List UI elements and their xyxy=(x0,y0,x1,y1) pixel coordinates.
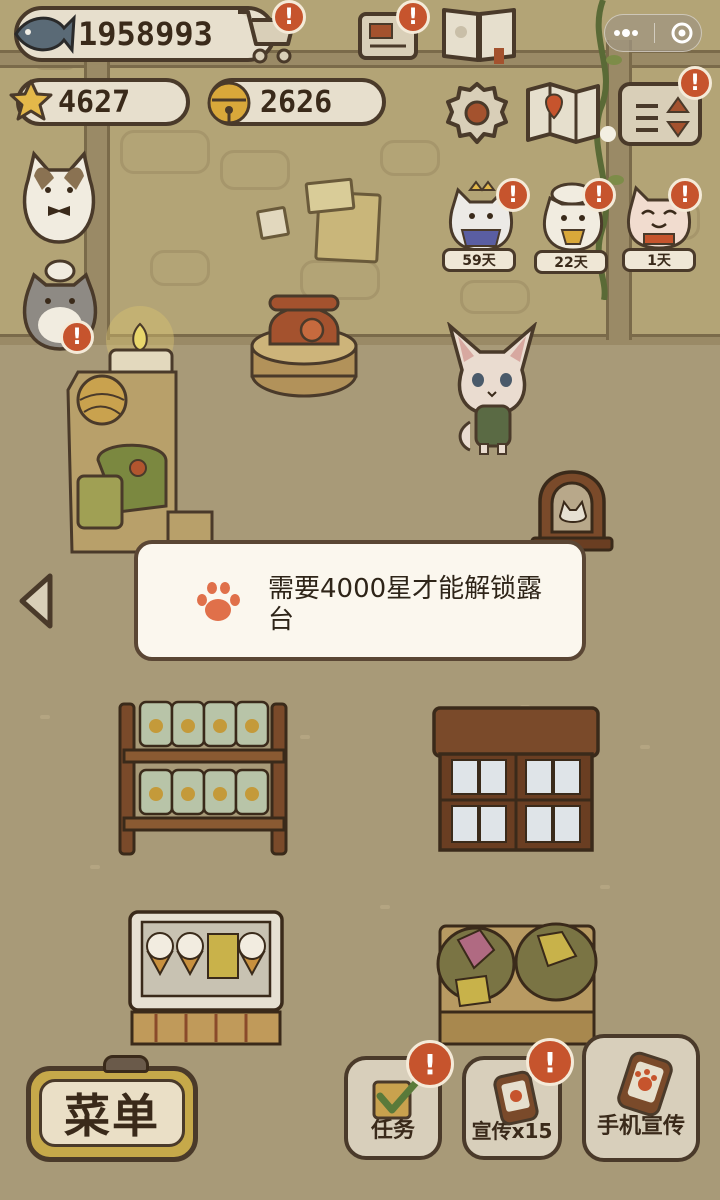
visiting-cat-fennec[interactable] xyxy=(440,322,544,456)
clipboard-clip-icon xyxy=(103,1055,149,1073)
paw-icon xyxy=(197,582,240,621)
bell-count: 2626 xyxy=(260,84,333,120)
tasks-alert-badge: ! xyxy=(406,1040,454,1088)
visitor-cat-king-days: 59天 xyxy=(442,248,516,272)
cabinet-milk-cartons[interactable] xyxy=(430,704,602,854)
telephone-stump[interactable] xyxy=(246,290,360,402)
locked-terrace-toast: 需要4000星才能解锁露台 xyxy=(134,540,586,661)
toast-message: 需要4000星才能解锁露台 xyxy=(268,574,543,635)
more-dots-icon[interactable] xyxy=(613,28,639,38)
star-icon xyxy=(9,79,53,121)
fruit-baskets[interactable] xyxy=(430,916,604,1050)
promote-alert-badge: ! xyxy=(526,1038,574,1086)
bell-icon xyxy=(207,81,251,125)
menu-button[interactable]: 菜单 xyxy=(26,1055,198,1162)
wall-note-small xyxy=(255,205,291,241)
star-count: 4627 xyxy=(58,84,131,120)
close-target-icon[interactable] xyxy=(670,21,694,45)
settings-gear-icon[interactable] xyxy=(444,80,510,146)
phone-promote-button[interactable]: 手机宣传 xyxy=(582,1034,700,1162)
fish-icon xyxy=(14,14,76,54)
visitor-cat-lucky-days: 1天 xyxy=(622,248,696,272)
fish-count: 1958993 xyxy=(78,15,213,53)
phone-paw-icon xyxy=(617,1051,673,1117)
sort-arrows-icon xyxy=(636,96,690,138)
shop-cart-alert-badge: ! xyxy=(272,0,306,34)
scroll-left-arrow-icon[interactable] xyxy=(14,570,58,632)
visitor-cat-king-alert-badge: ! xyxy=(496,178,530,212)
resident-cat-chef-alert-badge: ! xyxy=(60,320,94,354)
layout-toggle-alert-badge: ! xyxy=(678,66,712,100)
visitor-cat-chef-days: 22天 xyxy=(534,250,608,274)
visitor-cat-chef-alert-badge: ! xyxy=(582,178,616,212)
shelf-canned-food[interactable] xyxy=(116,694,292,856)
resident-cat-tuxedo[interactable] xyxy=(18,150,100,246)
mail-alert-badge: ! xyxy=(396,0,430,34)
wall-note-sticky xyxy=(304,177,356,215)
freezer-ice-cream[interactable] xyxy=(126,908,286,1048)
menu-button-label: 菜单 xyxy=(64,1089,160,1143)
miniprogram-capsule xyxy=(604,14,702,52)
menu-button-face: 菜单 xyxy=(39,1079,185,1147)
map-icon[interactable] xyxy=(524,80,602,146)
visitor-cat-lucky-alert-badge: ! xyxy=(668,178,702,212)
cat-book-icon[interactable] xyxy=(440,2,518,66)
